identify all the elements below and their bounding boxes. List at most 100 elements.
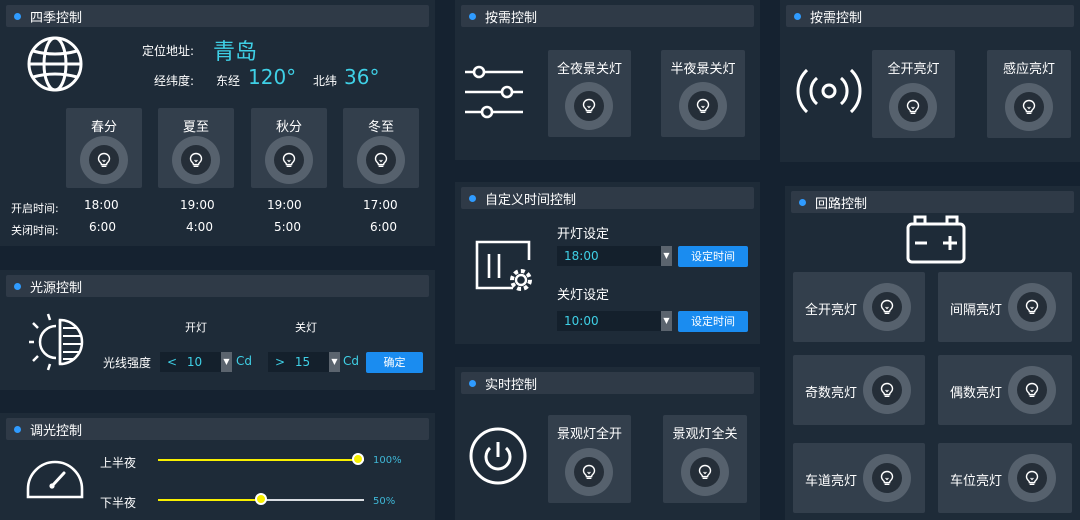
card-label: 全开亮灯 [805,303,858,318]
card-label: 景观灯全开 [556,427,622,442]
first-half-slider[interactable] [158,453,364,467]
signal-icon [796,68,862,114]
first-half-value: 100% [373,455,402,466]
sliders-icon [465,65,523,119]
bulb-icon[interactable] [679,82,727,130]
card-label: 车道亮灯 [805,474,858,489]
chevron-down-icon[interactable]: ▼ [661,311,672,331]
set-on-time-button[interactable]: 设定时间 [678,246,748,267]
on-demand-title-bar: 按需控制 [461,5,754,27]
off-setting-label: 关灯设定 [557,288,610,303]
loop-lane-on-card[interactable]: 车道亮灯 [793,443,925,513]
season-card-spring[interactable]: 春分 [66,108,142,188]
dimming-title-bar: 调光控制 [6,418,429,440]
loop-interval-on-card[interactable]: 间隔亮灯 [938,272,1072,342]
on-demand-title: 按需控制 [810,10,863,26]
power-icon[interactable] [468,426,528,486]
half-night-scenic-off-card[interactable]: 半夜景关灯 [661,50,745,137]
all-night-scenic-off-card[interactable]: 全夜景关灯 [548,50,631,137]
open-time-label: 开启时间: [11,202,59,215]
seasons-title: 四季控制 [30,10,83,26]
season-card-summer[interactable]: 夏至 [158,108,234,188]
off-time-value: 10:00 [564,314,599,328]
second-half-knob[interactable] [255,493,267,505]
battery-icon [906,215,966,264]
chevron-down-icon[interactable]: ▼ [329,352,340,372]
off-unit: Cd [343,354,359,368]
off-value: 15 [294,355,311,369]
loop-all-on-card[interactable]: 全开亮灯 [793,272,925,342]
realtime-title: 实时控制 [485,377,538,393]
bulb-icon[interactable] [863,366,911,414]
season-card-winter[interactable]: 冬至 [343,108,419,188]
card-label: 感应亮灯 [1002,62,1055,77]
bulb-icon[interactable] [863,283,911,331]
second-half-slider[interactable] [158,493,364,507]
season-card-autumn[interactable]: 秋分 [251,108,327,188]
second-half-fill [158,499,261,501]
season-label: 冬至 [367,120,394,135]
winter-open: 17:00 [363,198,398,212]
globe-icon [27,36,83,92]
loop-parking-on-card[interactable]: 车位亮灯 [938,443,1072,513]
bulb-icon[interactable] [172,136,220,184]
chevron-down-icon[interactable]: ▼ [221,352,232,372]
location-label: 定位地址: [142,44,195,58]
card-label: 偶数亮灯 [950,386,1003,401]
lat-value: 36° [344,65,380,89]
loop-title: 回路控制 [815,196,868,212]
seasons-title-bar: 四季控制 [6,5,429,27]
autumn-open: 19:00 [267,198,302,212]
bulb-icon[interactable] [565,82,613,130]
bulb-icon[interactable] [565,448,613,496]
bulb-icon[interactable] [80,136,128,184]
bulb-icon[interactable] [1008,283,1056,331]
on-value: 10 [186,355,203,369]
bulb-icon[interactable] [1005,83,1053,131]
lat-label: 北纬 [313,74,338,88]
off-intensity-select[interactable]: > 15 ▼ [268,352,340,372]
on-intensity-select[interactable]: < 10 ▼ [160,352,232,372]
title-dot [469,379,476,387]
bulb-icon[interactable] [889,83,937,131]
all-on-card[interactable]: 全开亮灯 [872,50,955,138]
scenic-all-off-card[interactable]: 景观灯全关 [663,415,747,503]
card-label: 车位亮灯 [950,474,1003,489]
custom-time-panel: 自定义时间控制 开灯设定 18:00 ▼ 设定时间 关灯设定 10:00 ▼ 设… [455,182,760,344]
set-off-time-button[interactable]: 设定时间 [678,311,748,332]
card-label: 全夜景关灯 [556,62,622,77]
winter-close: 6:00 [370,220,397,234]
on-demand-title: 按需控制 [485,10,538,26]
season-label: 夏至 [182,120,209,135]
seasons-panel: 四季控制 定位地址: 青岛 经纬度: 东经 120° 北纬 36° 春分 夏至 … [0,0,435,246]
loop-even-on-card[interactable]: 偶数亮灯 [938,355,1072,425]
chevron-down-icon[interactable]: ▼ [661,246,672,266]
bulb-icon[interactable] [1008,366,1056,414]
card-label: 半夜景关灯 [670,62,736,77]
bulb-icon[interactable] [357,136,405,184]
scenic-all-on-card[interactable]: 景观灯全开 [548,415,631,503]
on-time-select[interactable]: 18:00 ▼ [557,246,672,266]
bulb-icon[interactable] [863,454,911,502]
loop-odd-on-card[interactable]: 奇数亮灯 [793,355,925,425]
title-dot [469,12,476,20]
bulb-icon[interactable] [265,136,313,184]
on-setting-label: 开灯设定 [557,227,610,242]
realtime-title-bar: 实时控制 [461,372,754,394]
first-half-knob[interactable] [352,453,364,465]
close-time-label: 关闭时间: [11,224,59,237]
second-half-value: 50% [373,496,396,507]
first-half-fill [158,459,358,461]
off-label: 关灯 [295,321,317,334]
off-time-select[interactable]: 10:00 ▼ [557,311,672,331]
time-gear-icon [475,240,532,291]
on-demand-panel-1: 按需控制 全夜景关灯 半夜景关灯 [455,0,760,160]
bulb-icon[interactable] [681,448,729,496]
realtime-panel: 实时控制 景观灯全开 景观灯全关 [455,367,760,520]
on-time-value: 18:00 [564,249,599,263]
sensor-on-card[interactable]: 感应亮灯 [987,50,1071,138]
title-dot [14,425,21,433]
confirm-button[interactable]: 确定 [366,352,423,373]
dimming-title: 调光控制 [30,423,83,439]
bulb-icon[interactable] [1008,454,1056,502]
